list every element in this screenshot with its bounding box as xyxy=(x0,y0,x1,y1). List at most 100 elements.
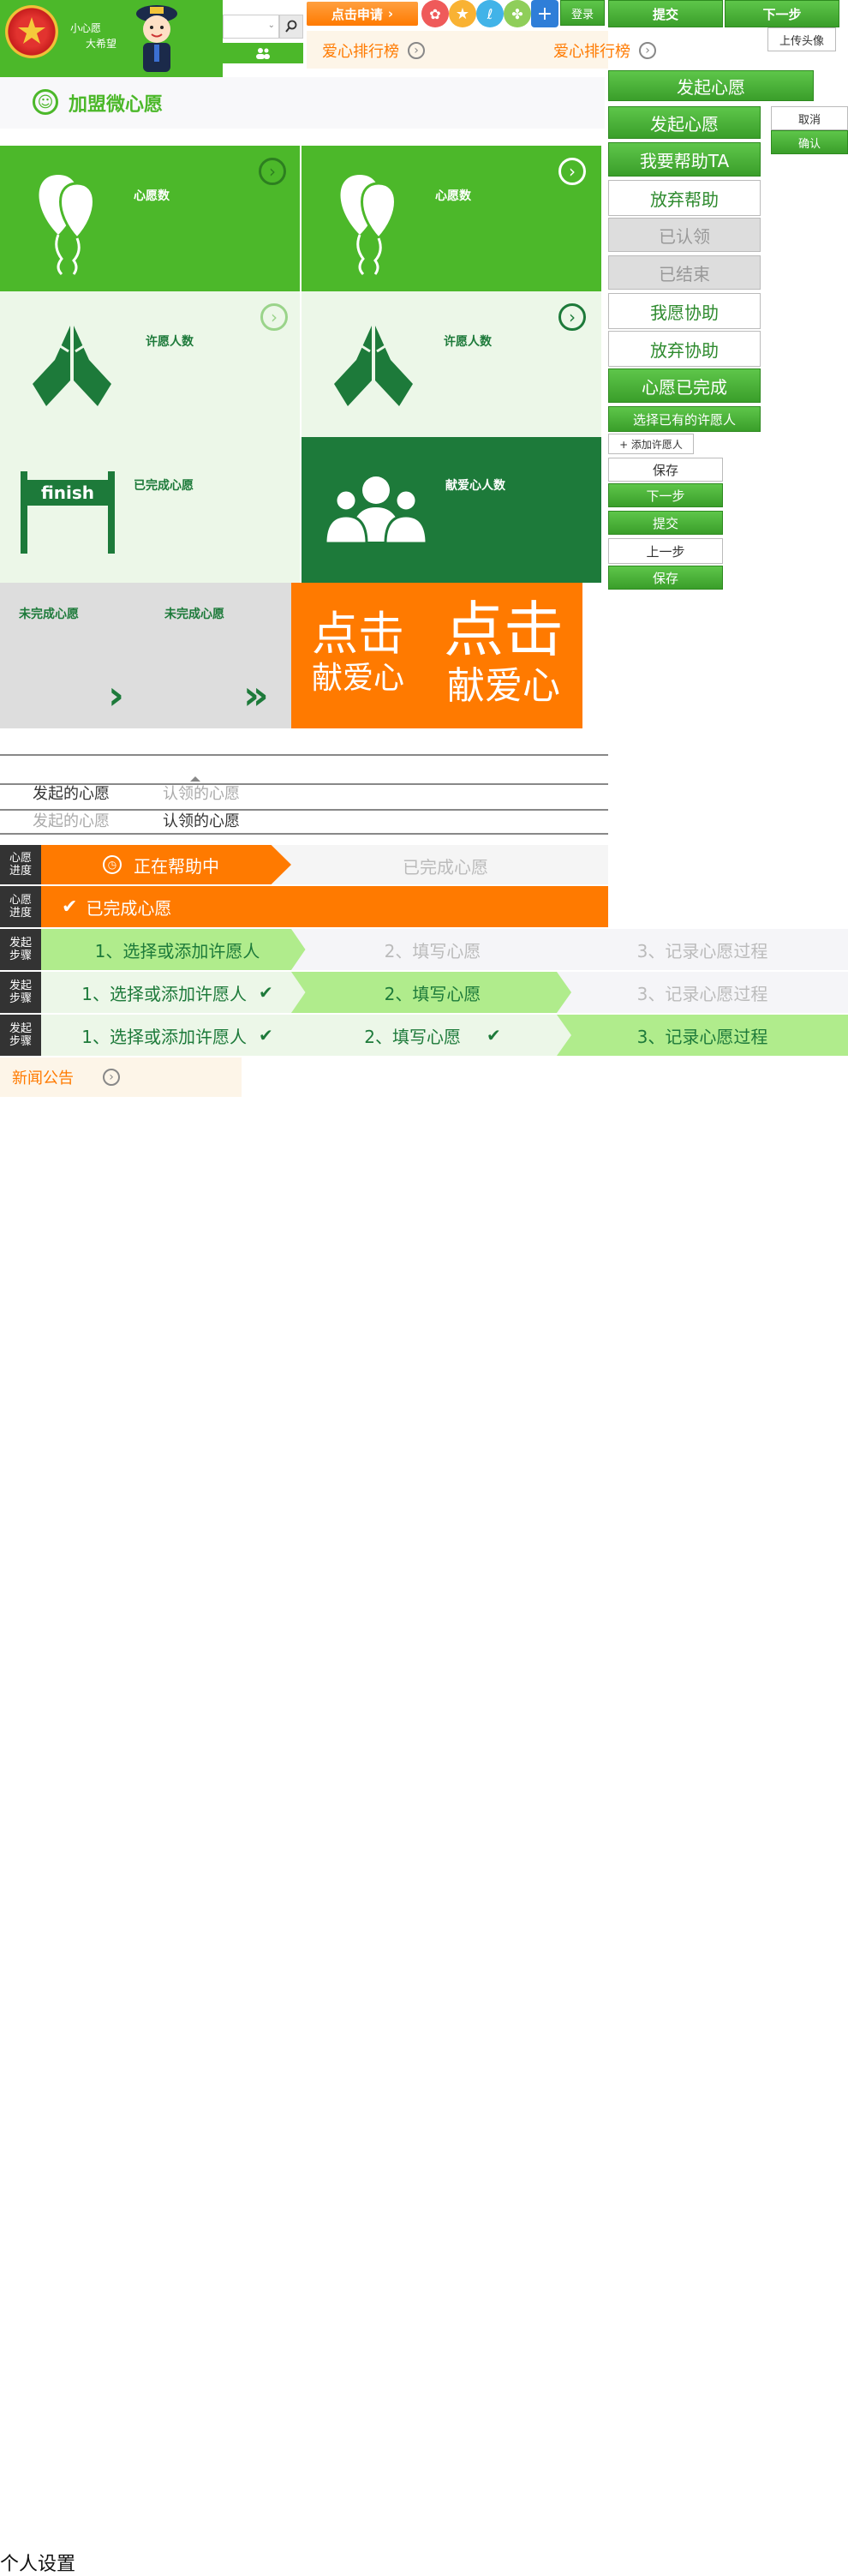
logo-line-2: 大希望 xyxy=(86,38,117,50)
completed-wishes-tile[interactable]: finish 已完成心愿 xyxy=(0,437,300,583)
steps-tag-2: 发起 步骤 xyxy=(0,972,41,1013)
uncompleted-tile[interactable]: 未完成心愿 未完成心愿 › » xyxy=(0,583,291,728)
tab-claimed-2[interactable]: 认领的心愿 xyxy=(163,809,240,831)
check-icon: ✔ xyxy=(258,982,273,1003)
step-3-label: 3、记录心愿过程 xyxy=(636,983,768,1004)
save-button[interactable]: 保存 xyxy=(608,458,723,482)
step-1-done[interactable]: 1、选择或添加许愿人 ✔ xyxy=(41,1015,314,1056)
chevron-circle-icon[interactable]: › xyxy=(558,303,586,331)
step-1-label: 1、选择或添加许愿人 xyxy=(81,1026,247,1047)
check-icon: ✔ xyxy=(486,1025,501,1045)
next-step-button[interactable]: 下一步 xyxy=(608,483,723,507)
chevron-circle-icon: › xyxy=(639,42,656,59)
next-button[interactable]: 下一步 xyxy=(725,0,839,27)
wish-count-tile[interactable]: 心愿数 › xyxy=(0,146,300,291)
step-2-active[interactable]: 2、填写心愿 xyxy=(291,972,574,1013)
give-up-help-label: 放弃帮助 xyxy=(650,189,719,210)
wish-count-label-2: 心愿数 xyxy=(435,189,471,203)
prev-step-button[interactable]: 上一步 xyxy=(608,538,723,564)
step-3-active[interactable]: 3、记录心愿过程 xyxy=(557,1015,848,1056)
search-button[interactable] xyxy=(279,15,303,39)
progress-helping-label: 正在帮助中 xyxy=(134,855,219,877)
ranking-link-2[interactable]: 爱心排行榜 › xyxy=(553,39,656,62)
tencent-weibo-icon[interactable]: ℓ xyxy=(476,0,504,27)
next-step-label: 下一步 xyxy=(646,488,685,504)
donate-tile[interactable]: 点击 献爱心 点击 献爱心 xyxy=(291,583,582,728)
cancel-button[interactable]: 取消 xyxy=(771,106,848,130)
qzone-icon[interactable]: ★ xyxy=(449,0,476,27)
step-1-active[interactable]: 1、选择或添加许愿人 xyxy=(41,929,314,970)
submit-button[interactable]: 提交 xyxy=(608,0,723,27)
logo-line-1: 小心愿 xyxy=(70,22,102,34)
launch-wish-main-button[interactable]: 发起心愿 xyxy=(608,70,814,101)
double-chevron-right-icon[interactable]: » xyxy=(243,675,269,715)
donor-count-label: 献爱心人数 xyxy=(445,479,505,493)
news-bar[interactable]: 新闻公告 › xyxy=(0,1057,242,1097)
ranking-label-2: 爱心排行榜 xyxy=(553,43,630,61)
next-button-label: 下一步 xyxy=(762,6,802,22)
balloon-icon xyxy=(39,175,95,276)
tab-launched-1[interactable]: 发起的心愿 xyxy=(33,782,110,804)
save-green-button[interactable]: 保存 xyxy=(608,566,723,590)
chevron-right-icon: › xyxy=(387,6,394,21)
wisher-count-tile[interactable]: 许愿人数 › xyxy=(0,291,300,437)
upload-avatar-button[interactable]: 上传头像 xyxy=(767,27,836,51)
submit-small-button[interactable]: 提交 xyxy=(608,511,723,535)
tabs-divider-top xyxy=(0,754,608,756)
step-3[interactable]: 3、记录心愿过程 xyxy=(557,972,848,1013)
give-up-assist-label: 放弃协助 xyxy=(650,339,719,361)
chevron-right-icon[interactable]: › xyxy=(108,675,124,715)
select-wisher-button[interactable]: 选择已有的许愿人 xyxy=(608,406,761,432)
wisher-count-tile-2[interactable]: 许愿人数 › xyxy=(302,291,601,437)
progress-completed[interactable]: 已完成心愿 xyxy=(403,854,488,878)
chevron-circle-icon[interactable]: › xyxy=(260,303,288,331)
submit-button-label: 提交 xyxy=(652,6,678,22)
login-button[interactable]: 登录 xyxy=(560,0,605,26)
progress-completed-full[interactable]: ✔ 已完成心愿 xyxy=(41,886,608,927)
step-2-label: 2、填写心愿 xyxy=(384,940,481,962)
login-button-label: 登录 xyxy=(570,8,594,21)
donate-label-2: 点击 献爱心 xyxy=(444,596,564,710)
wish-completed-button[interactable]: 心愿已完成 xyxy=(608,368,761,403)
balloon-icon xyxy=(340,175,397,276)
claimed-label: 已认领 xyxy=(659,225,710,247)
chevron-down-icon: ⌄ xyxy=(267,21,275,30)
give-up-help-button[interactable]: 放弃帮助 xyxy=(608,180,761,216)
click-text-2: 点击 xyxy=(444,595,564,665)
launch-wish-button[interactable]: 发起心愿 xyxy=(608,106,761,139)
step-2-done[interactable]: 2、填写心愿 ✔ xyxy=(291,1015,574,1056)
apply-button[interactable]: 点击申请 › xyxy=(307,2,418,26)
wish-count-tile-2[interactable]: 心愿数 › xyxy=(302,146,601,291)
praying-hands-icon xyxy=(334,326,413,406)
tab-claimed-1[interactable]: 认领的心愿 xyxy=(163,782,240,804)
add-wisher-button[interactable]: + 添加许愿人 xyxy=(608,434,694,454)
wish-assist-button[interactable]: 我愿协助 xyxy=(608,293,761,329)
user-tab[interactable] xyxy=(223,43,303,63)
step-1-done[interactable]: 1、选择或添加许愿人 ✔ xyxy=(41,972,314,1013)
donor-count-tile[interactable]: 献爱心人数 xyxy=(302,437,601,583)
chevron-circle-icon[interactable]: › xyxy=(558,158,586,185)
step-2[interactable]: 2、填写心愿 xyxy=(291,929,574,970)
cancel-label: 取消 xyxy=(797,113,821,127)
check-icon: ✔ xyxy=(62,896,78,918)
step-3[interactable]: 3、记录心愿过程 xyxy=(557,929,848,970)
give-up-assist-button[interactable]: 放弃协助 xyxy=(608,331,761,367)
search-input[interactable]: ⌄ xyxy=(223,15,279,39)
progress-helping[interactable]: ◷ 正在帮助中 xyxy=(41,845,291,884)
confirm-button[interactable]: 确认 xyxy=(771,130,848,154)
renren-icon[interactable]: ✤ xyxy=(504,0,531,27)
chevron-circle-icon[interactable]: › xyxy=(259,158,286,185)
personal-settings-label[interactable]: 个人设置 xyxy=(0,2549,75,2576)
help-ta-button[interactable]: 我要帮助TA xyxy=(608,142,761,177)
progress-tag-2: 心愿 进度 xyxy=(0,886,41,927)
weibo-icon[interactable]: ✿ xyxy=(421,0,449,27)
love-text-2: 献爱心 xyxy=(447,664,560,708)
ended-label: 已结束 xyxy=(659,263,710,285)
chevron-circle-icon[interactable]: › xyxy=(103,1069,120,1086)
wish-completed-label: 心愿已完成 xyxy=(642,376,727,398)
tab-launched-2[interactable]: 发起的心愿 xyxy=(33,809,110,831)
ranking-link-1[interactable]: 爱心排行榜 › xyxy=(322,39,425,62)
steps-tag-3: 发起 步骤 xyxy=(0,1015,41,1056)
step-2-label: 2、填写心愿 xyxy=(364,1026,461,1047)
share-plus-icon[interactable]: + xyxy=(531,0,558,27)
